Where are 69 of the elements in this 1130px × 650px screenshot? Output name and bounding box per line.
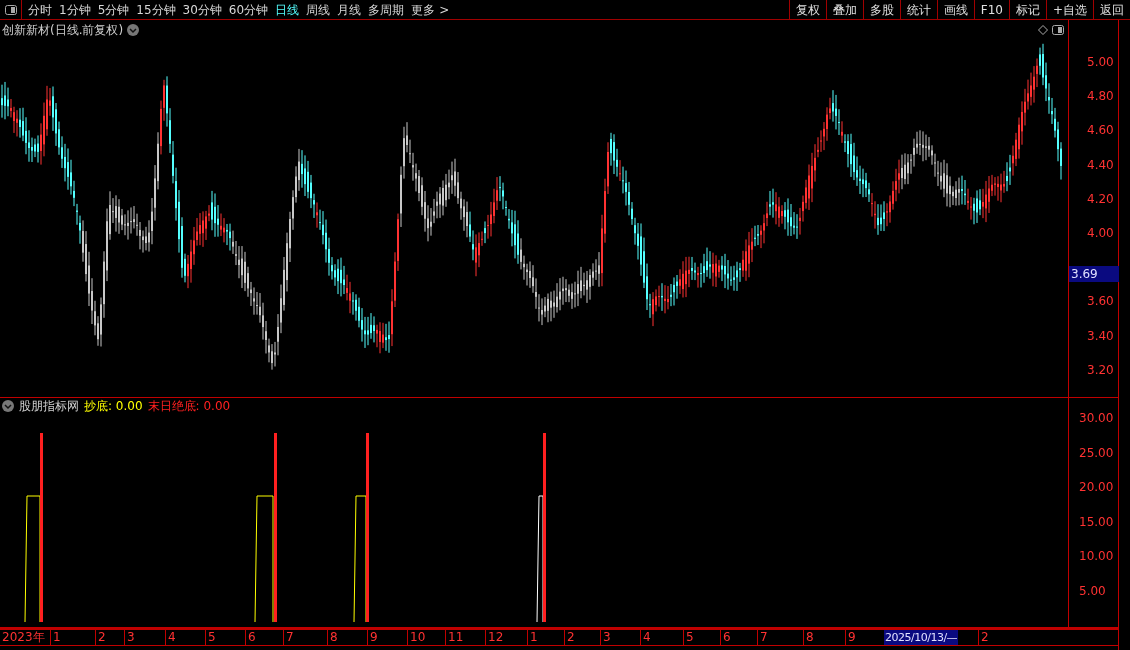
current-price-label: 3.69 [1069, 266, 1119, 282]
dropdown-icon[interactable] [127, 24, 140, 36]
toolbar-button[interactable]: F10 [973, 0, 1009, 19]
time-axis-label: 2025/10/13/— [884, 630, 959, 645]
chart-title: 创新新材(日线.前复权) [2, 22, 124, 39]
period-tab[interactable]: 30分钟 [182, 0, 222, 19]
price-tick-label: 4.80 [1087, 90, 1114, 103]
diamond-icon[interactable] [1038, 25, 1048, 35]
period-tab[interactable]: 月线 [337, 0, 362, 19]
period-tab[interactable]: 周线 [306, 0, 331, 19]
time-axis-label: 2 [564, 630, 575, 645]
price-tick-label: 4.40 [1087, 158, 1114, 171]
indicator-tick-label: 10.00 [1079, 550, 1114, 563]
toolbar-button[interactable]: 多股 [862, 0, 900, 19]
time-axis-label: 2 [95, 630, 106, 645]
time-axis-label: 8 [803, 630, 814, 645]
time-axis-label: 6 [720, 630, 731, 645]
indicator-tick-label: 25.00 [1079, 446, 1114, 459]
period-tab[interactable]: 60分钟 [228, 0, 269, 19]
time-axis-label: 3 [600, 630, 611, 645]
price-tick-label: 3.20 [1087, 363, 1114, 376]
panel-toggle-icon[interactable] [4, 4, 17, 15]
time-axis-label: 5 [205, 630, 216, 645]
toolbar-button[interactable]: 复权 [788, 0, 826, 19]
toolbar-button[interactable]: 叠加 [825, 0, 863, 19]
indicator-tick-label: 20.00 [1079, 481, 1114, 494]
price-tick-label: 4.00 [1087, 227, 1114, 239]
time-axis-label: 3 [124, 630, 135, 645]
period-tab[interactable]: 多周期 [368, 0, 405, 19]
time-axis-label: 1 [50, 630, 61, 645]
period-tab[interactable]: 15分钟 [136, 0, 176, 19]
dropdown-icon[interactable] [2, 400, 14, 412]
toolbar-button[interactable]: +自选 [1045, 0, 1093, 19]
time-axis-label: 8 [327, 630, 338, 645]
time-axis-label: 2 [978, 630, 989, 645]
time-axis-label: 5 [683, 630, 694, 645]
time-axis-label: 11 [445, 630, 464, 645]
period-tab[interactable]: 分时 [28, 0, 52, 19]
indicator-value: 抄底: 0.00 [84, 398, 143, 415]
price-tick-label: 4.60 [1087, 124, 1114, 137]
time-axis-label: 4 [640, 630, 651, 645]
time-axis-label: 10 [407, 630, 426, 645]
panel-toggle-icon[interactable] [1052, 25, 1064, 35]
time-axis-label: 6 [245, 630, 256, 645]
indicator-name: 股朋指标网 [19, 398, 79, 415]
time-axis-label: 4 [165, 630, 176, 645]
time-axis-label: 7 [757, 630, 768, 645]
toolbar-button[interactable]: 标记 [1008, 0, 1046, 19]
time-axis-label: 2023年 [2, 630, 45, 645]
indicator-tick-label: 30.00 [1079, 412, 1114, 424]
toolbar-button[interactable]: 返回 [1093, 0, 1130, 19]
price-tick-label: 5.00 [1087, 56, 1114, 68]
period-tab[interactable]: 5分钟 [97, 0, 130, 19]
period-tab[interactable]: 1分钟 [59, 0, 91, 19]
time-axis-label: 9 [845, 630, 856, 645]
toolbar-button[interactable]: 画线 [936, 0, 974, 19]
period-tab[interactable]: 日线 [275, 0, 300, 19]
time-axis-label: 12 [485, 630, 504, 645]
time-axis-label: 9 [367, 630, 378, 645]
indicator-tick-label: 5.00 [1079, 585, 1106, 597]
toolbar-button[interactable]: 统计 [899, 0, 937, 19]
indicator-value: 末日绝底: 0.00 [147, 398, 231, 415]
price-tick-label: 4.20 [1087, 192, 1114, 205]
time-axis-label: 1 [527, 630, 538, 645]
price-tick-label: 3.60 [1087, 295, 1114, 308]
time-axis-label: 7 [283, 630, 294, 645]
indicator-tick-label: 15.00 [1079, 515, 1114, 528]
more-button[interactable]: 更多 > [411, 0, 450, 19]
price-tick-label: 3.40 [1087, 329, 1114, 342]
